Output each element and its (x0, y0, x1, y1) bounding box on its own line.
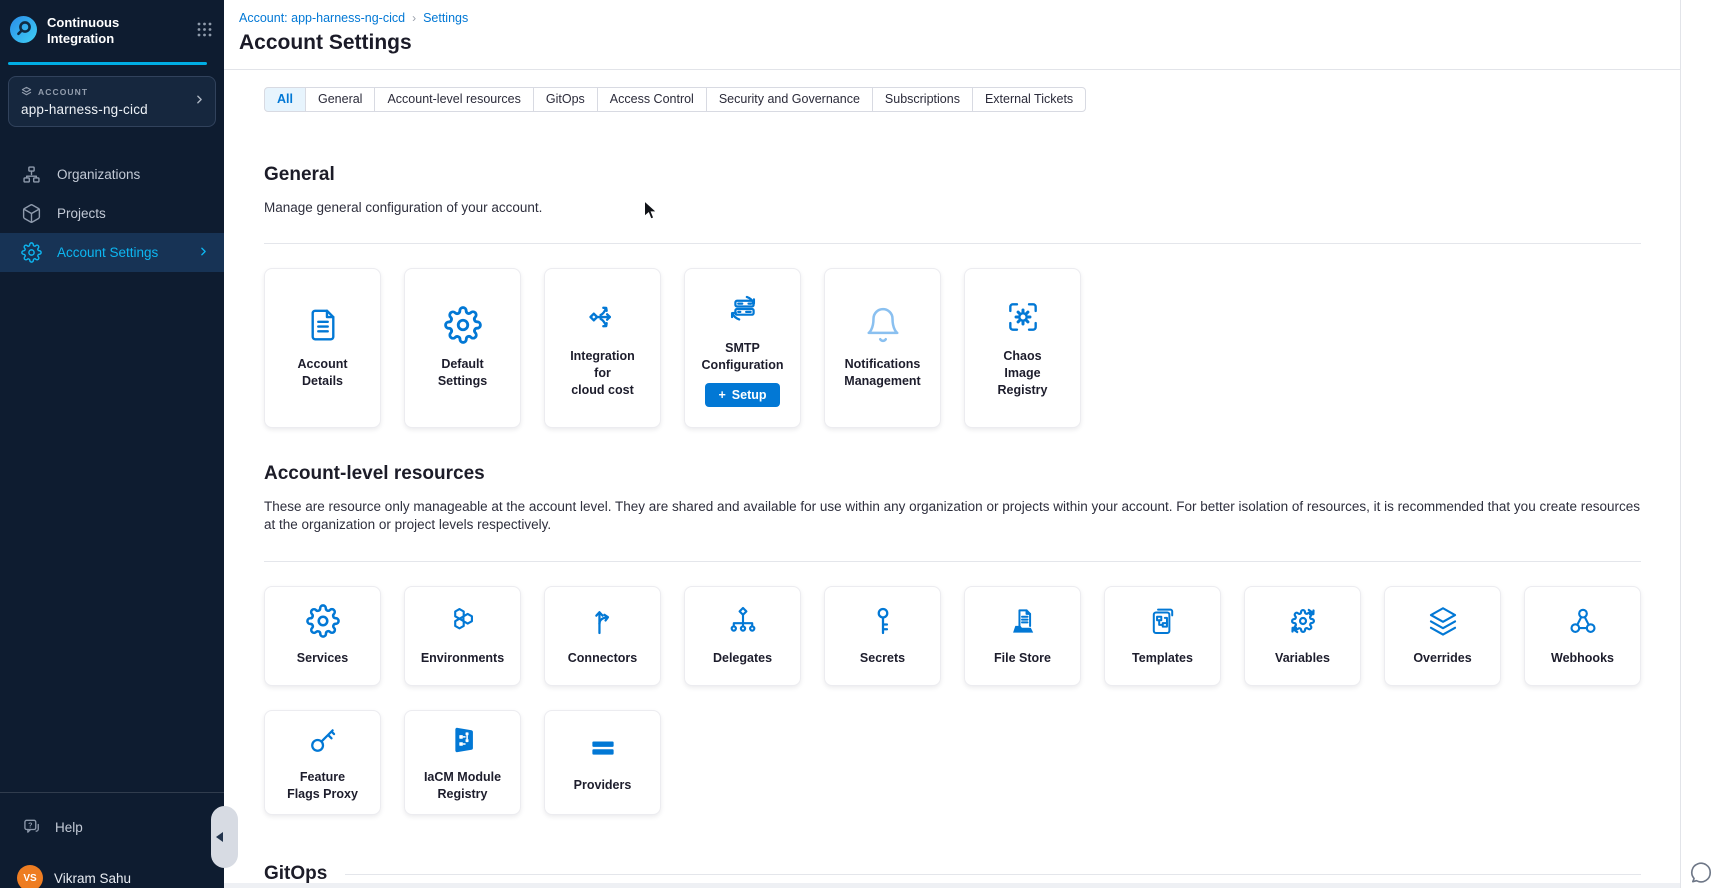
organizations-icon (21, 164, 42, 185)
help-chat-icon: ? (22, 817, 42, 837)
sidebar-item-label: Organizations (57, 167, 140, 182)
sidebar-collapse-handle[interactable] (211, 806, 238, 868)
tab-account-level-resources[interactable]: Account-level resources (374, 87, 533, 112)
templates-icon (1146, 604, 1180, 638)
feature-flags-proxy-icon (306, 723, 340, 757)
card-file-store[interactable]: File Store (964, 586, 1081, 686)
card-webhooks[interactable]: Webhooks (1524, 586, 1641, 686)
sidebar-item-label: Account Settings (57, 245, 158, 260)
svg-text:?: ? (28, 822, 32, 830)
card-chaos-image-registry[interactable]: Chaos Image Registry (964, 268, 1081, 428)
chevron-right-icon (193, 93, 206, 111)
resources-section-title: Account-level resources (264, 463, 1641, 485)
delegates-icon (726, 604, 760, 638)
section-divider (264, 243, 1641, 244)
plus-icon: + (718, 388, 725, 402)
harness-ci-logo[interactable] (9, 15, 38, 49)
tab-gitops[interactable]: GitOps (533, 87, 598, 112)
sidebar-item-account-settings[interactable]: Account Settings (0, 233, 224, 272)
section-divider (345, 874, 1641, 875)
right-gutter (1681, 0, 1711, 888)
breadcrumb-chevron-icon: › (412, 11, 416, 25)
app-switcher-icon[interactable] (197, 22, 212, 42)
account-details-icon (304, 306, 342, 344)
secrets-icon (866, 604, 900, 638)
file-store-icon (1006, 604, 1040, 638)
services-icon (306, 604, 340, 638)
tab-subscriptions[interactable]: Subscriptions (872, 87, 973, 112)
chaos-image-registry-icon (1004, 298, 1042, 336)
sidebar-nav: Organizations Projects Account Settings (0, 155, 224, 272)
chevron-left-icon (216, 832, 223, 842)
providers-icon (586, 731, 620, 765)
module-accent-bar (8, 62, 207, 65)
card-secrets[interactable]: Secrets (824, 586, 941, 686)
chevron-right-icon (197, 245, 210, 261)
horizontal-scrollbar[interactable] (224, 883, 1680, 888)
card-templates[interactable]: Templates (1104, 586, 1221, 686)
card-environments[interactable]: Environments (404, 586, 521, 686)
account-name: app-harness-ng-cicd (21, 102, 203, 117)
account-settings-page: Account: app-harness-ng-cicd › Settings … (224, 0, 1681, 888)
connectors-icon (586, 604, 620, 638)
webhooks-icon (1566, 604, 1600, 638)
card-notifications-management[interactable]: Notifications Management (824, 268, 941, 428)
card-delegates[interactable]: Delegates (684, 586, 801, 686)
card-smtp-configuration[interactable]: SMTP Configuration + Setup (684, 268, 801, 428)
tab-security-and-governance[interactable]: Security and Governance (706, 87, 873, 112)
section-divider (264, 561, 1641, 562)
card-variables[interactable]: Variables (1244, 586, 1361, 686)
card-account-details[interactable]: Account Details (264, 268, 381, 428)
general-cards: Account Details Default Settings (264, 268, 1641, 428)
breadcrumb-account-link[interactable]: Account: app-harness-ng-cicd (239, 11, 405, 25)
account-label: ACCOUNT (38, 87, 88, 97)
page-title: Account Settings (239, 31, 1680, 55)
default-settings-icon (444, 306, 482, 344)
breadcrumb: Account: app-harness-ng-cicd › Settings (239, 11, 1680, 25)
sidebar-item-projects[interactable]: Projects (0, 194, 224, 233)
general-section-description: Manage general configuration of your acc… (264, 199, 1641, 217)
account-selector[interactable]: ACCOUNT app-harness-ng-cicd (8, 76, 216, 127)
card-feature-flags-proxy[interactable]: Feature Flags Proxy (264, 710, 381, 816)
variables-icon (1286, 604, 1320, 638)
sidebar-item-label: Projects (57, 206, 106, 221)
general-section-title: General (264, 164, 1641, 186)
resource-cards: Services Environments (264, 586, 1641, 816)
card-iacm-module-registry[interactable]: IaCM Module Registry (404, 710, 521, 816)
help-label: Help (55, 820, 83, 835)
tab-external-tickets[interactable]: External Tickets (972, 87, 1086, 112)
sidebar-item-organizations[interactable]: Organizations (0, 155, 224, 194)
overrides-icon (1426, 604, 1460, 638)
settings-tab-bar: All General Account-level resources GitO… (264, 87, 1086, 112)
gear-icon (21, 242, 42, 263)
card-services[interactable]: Services (264, 586, 381, 686)
avatar: VS (17, 865, 43, 888)
tab-all[interactable]: All (264, 87, 306, 112)
support-chat-icon[interactable] (1688, 860, 1711, 891)
environments-icon (446, 604, 480, 638)
page-header: Account: app-harness-ng-cicd › Settings … (224, 0, 1680, 70)
card-default-settings[interactable]: Default Settings (404, 268, 521, 428)
user-name: Vikram Sahu (54, 871, 131, 886)
resources-section-description: These are resource only manageable at th… (264, 498, 1641, 534)
projects-icon (21, 203, 42, 224)
tab-access-control[interactable]: Access Control (597, 87, 707, 112)
card-integration-cloud-cost[interactable]: Integration for cloud cost (544, 268, 661, 428)
smtp-icon (724, 290, 762, 328)
notifications-icon (864, 306, 902, 344)
sidebar: Continuous Integration ACCOUNT app-harne… (0, 0, 224, 888)
tab-general[interactable]: General (305, 87, 375, 112)
account-scope-icon (21, 86, 32, 97)
smtp-setup-button[interactable]: + Setup (705, 383, 779, 407)
help-button[interactable]: ? Help (0, 793, 224, 837)
breadcrumb-settings-link[interactable]: Settings (423, 11, 468, 25)
product-name: Continuous Integration (47, 15, 145, 46)
iacm-module-registry-icon (446, 723, 480, 757)
card-providers[interactable]: Providers (544, 710, 661, 816)
card-connectors[interactable]: Connectors (544, 586, 661, 686)
card-overrides[interactable]: Overrides (1384, 586, 1501, 686)
user-profile[interactable]: VS Vikram Sahu (0, 837, 224, 888)
cloud-cost-icon (584, 298, 622, 336)
